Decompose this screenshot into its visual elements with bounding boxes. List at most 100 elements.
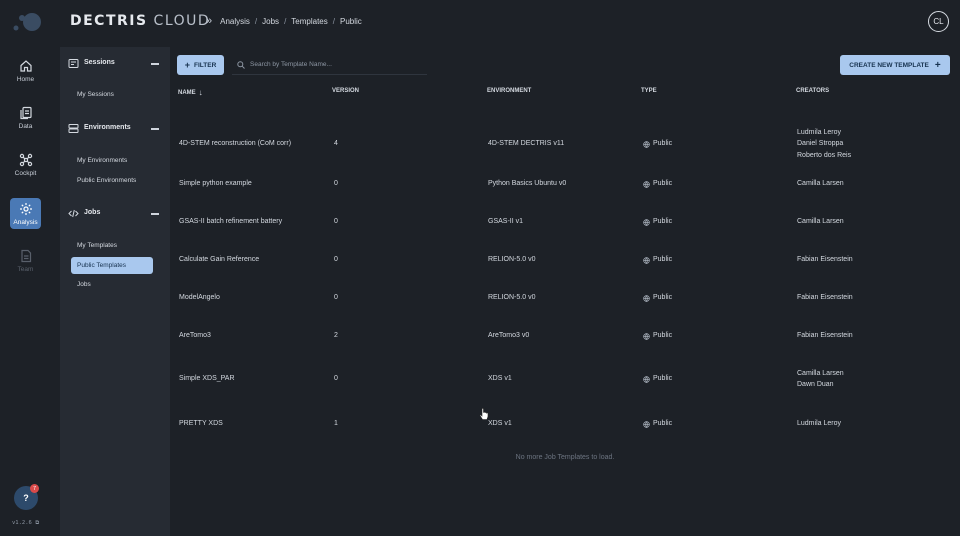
filter-label: FILTER: [194, 61, 217, 69]
template-environment: GSAS-II v1: [488, 218, 524, 226]
nav-public-templates[interactable]: Public Templates: [71, 257, 153, 274]
sort-arrow-down-icon: ↓: [198, 88, 203, 97]
breadcrumb-jobs[interactable]: Jobs: [262, 17, 279, 26]
nav-my-environments[interactable]: My Environments: [71, 152, 153, 169]
section-title: Environments: [84, 124, 131, 131]
plus-icon: +: [184, 60, 190, 70]
search-field[interactable]: [232, 55, 427, 75]
brand-logo[interactable]: DECTRIS CLOUD: [70, 13, 210, 29]
section-title: Sessions: [84, 59, 115, 66]
template-name: ModelAngelo: [179, 294, 220, 302]
breadcrumb-analysis[interactable]: Analysis: [220, 17, 250, 26]
template-version: 4: [334, 140, 338, 148]
template-name: Calculate Gain Reference: [179, 256, 260, 264]
creator-name: Camilla Larsen: [797, 218, 844, 226]
rail-item-analysis[interactable]: Analysis: [10, 198, 41, 229]
table-row[interactable]: 4D-STEM reconstruction (CoM corr) 4 4D-STE…: [170, 121, 960, 167]
nav-my-sessions[interactable]: My Sessions: [71, 86, 153, 103]
nav-public-environments[interactable]: Public Environments: [71, 172, 153, 189]
collapse-icon[interactable]: [151, 128, 159, 130]
creator-name: Fabian Eisenstein: [797, 294, 853, 302]
dectris-logo-icon[interactable]: [10, 10, 42, 36]
rail-item-cockpit[interactable]: Cockpit: [10, 149, 41, 180]
user-avatar[interactable]: CL: [928, 11, 949, 32]
type-label: Public: [653, 256, 673, 264]
globe-icon: [643, 218, 650, 226]
table-row[interactable]: Simple python example 0 Python Basics Ubun…: [170, 174, 960, 194]
rail-item-data[interactable]: Data: [10, 102, 41, 133]
template-environment: XDS v1: [488, 375, 512, 383]
plus-icon: +: [934, 59, 941, 71]
template-name: Simple XDS_PAR: [179, 375, 235, 383]
rail-label-home: Home: [16, 76, 35, 83]
table-row[interactable]: Simple XDS_PAR 0 XDS v1 Public Camilla Larse…: [170, 362, 960, 396]
brand-secondary: CLOUD: [153, 13, 211, 29]
creator-name: Fabian Eisenstein: [797, 332, 853, 340]
table-row[interactable]: ModelAngelo 0 RELION-5.0 v0 Public Fabian Ei…: [170, 288, 960, 308]
template-version: 2: [334, 332, 338, 340]
collapse-icon[interactable]: [151, 63, 159, 65]
template-version: 0: [334, 375, 338, 383]
template-environment: 4D-STEM DECTRIS v11: [488, 140, 565, 148]
globe-icon: [643, 140, 650, 148]
type-label: Public: [653, 294, 673, 302]
globe-icon: [643, 332, 650, 340]
template-version: 0: [334, 218, 338, 226]
copy-icon[interactable]: ⧉: [35, 520, 39, 526]
collapse-icon[interactable]: [151, 213, 159, 215]
template-version: 0: [334, 180, 338, 188]
column-label: VERSION: [332, 88, 360, 94]
template-version: 1: [334, 420, 338, 428]
rail-item-home[interactable]: Home: [10, 55, 41, 86]
rail-item-team: Team: [10, 245, 41, 276]
search-input[interactable]: [250, 61, 420, 68]
column-header-environment[interactable]: ENVIRONMENT: [487, 88, 531, 94]
rail-label-cockpit: Cockpit: [14, 170, 37, 177]
app-version[interactable]: v1.2.6 ⧉: [12, 520, 39, 527]
creator-name: Camilla Larsen: [797, 369, 844, 377]
column-header-version[interactable]: VERSION: [332, 88, 359, 94]
nav-jobs[interactable]: Jobs: [71, 276, 153, 293]
section-jobs[interactable]: Jobs: [60, 206, 170, 222]
globe-icon: [643, 294, 650, 302]
type-label: Public: [653, 332, 673, 340]
template-environment: RELION-5.0 v0: [488, 294, 536, 302]
table-row[interactable]: GSAS-II batch refinement battery 0 GSAS-II…: [170, 212, 960, 232]
template-type: Public: [643, 178, 672, 190]
globe-icon: [643, 375, 650, 383]
column-header-name[interactable]: NAME ↓: [178, 88, 203, 97]
template-creators: Ludmila Leroy Daniel Stroppa Roberto dos R…: [797, 127, 851, 162]
column-label: ENVIRONMENT: [487, 88, 532, 94]
create-template-button[interactable]: CREATE NEW TEMPLATE +: [840, 55, 950, 75]
template-type: Public: [643, 216, 672, 228]
double-chevron-right-icon[interactable]: »: [206, 15, 212, 27]
table-row[interactable]: Calculate Gain Reference 0 RELION-5.0 v0 Pu…: [170, 250, 960, 270]
notification-badge: 7: [30, 484, 39, 493]
creator-name: Fabian Eisenstein: [797, 256, 853, 264]
version-text: v1.2.6: [12, 520, 32, 526]
template-environment: RELION-5.0 v0: [488, 256, 536, 264]
column-header-type[interactable]: TYPE: [641, 88, 657, 94]
template-name: Simple python example: [179, 180, 252, 188]
column-header-creators[interactable]: CREATORS: [796, 88, 829, 94]
filter-button[interactable]: + FILTER: [177, 55, 224, 75]
column-label: NAME: [178, 89, 196, 96]
template-version: 0: [334, 294, 338, 302]
creator-name: Camilla Larsen: [797, 180, 844, 188]
section-sessions[interactable]: Sessions: [60, 56, 170, 72]
server-icon: [68, 124, 79, 133]
table-row[interactable]: PRETTY XDS 1 XDS v1 Public Ludmila Leroy: [170, 414, 960, 434]
table-row[interactable]: AreTomo3 2 AreTomo3 v0 Public Fabian Eisenst…: [170, 326, 960, 346]
section-environments[interactable]: Environments: [60, 121, 170, 137]
nav-my-templates[interactable]: My Templates: [71, 237, 153, 254]
home-icon: [19, 60, 32, 72]
creator-name: Dawn Duan: [797, 381, 834, 388]
creator-name: Ludmila Leroy: [797, 420, 841, 428]
code-icon: [68, 209, 79, 218]
globe-icon: [643, 180, 650, 188]
template-type: Public: [643, 292, 672, 304]
breadcrumb-templates[interactable]: Templates: [291, 17, 327, 26]
side-nav: Sessions My Sessions Environments My Env…: [60, 47, 170, 536]
rail-label-data: Data: [18, 123, 33, 130]
main-content: + FILTER CREATE NEW TEMPLATE + NAME ↓ VE…: [170, 47, 960, 536]
